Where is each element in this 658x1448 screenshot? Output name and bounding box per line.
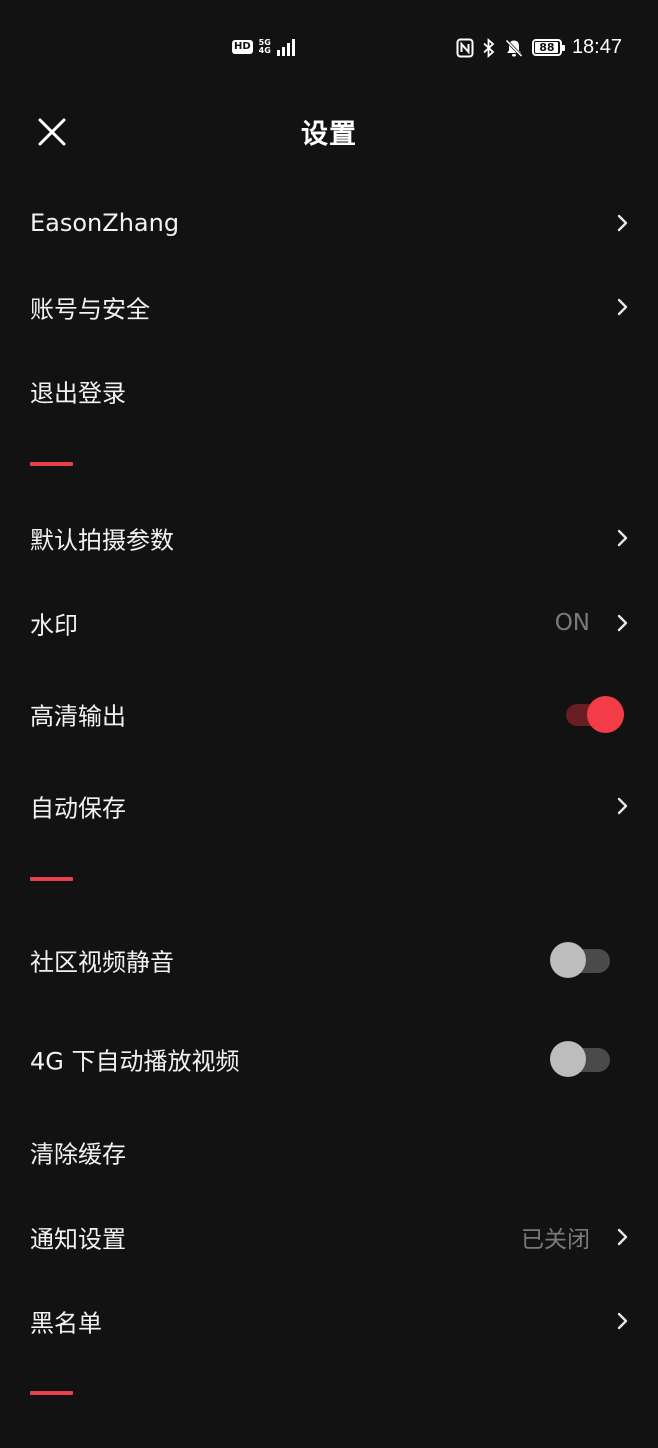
- page-title: 设置: [301, 119, 357, 150]
- settings-item-label: 账号与安全: [30, 295, 150, 324]
- settings-item-label: 默认拍摄参数: [30, 526, 174, 555]
- section-divider: [30, 877, 73, 881]
- chevron-right-icon: [617, 614, 628, 632]
- settings-item-label: 黑名单: [30, 1309, 102, 1338]
- toggle-knob: [550, 942, 586, 978]
- clock-time: 18:47: [571, 36, 622, 58]
- network-indicators: HD 5G 4G: [232, 38, 297, 56]
- network-type-bottom: 4G: [258, 46, 271, 55]
- hd-badge: HD: [232, 40, 253, 54]
- toggle-knob: [550, 1041, 586, 1077]
- bluetooth-icon: [483, 37, 495, 58]
- settings-item-label: 高清输出: [30, 702, 126, 731]
- chevron-right-icon: [617, 529, 628, 547]
- nfc-icon: [456, 38, 474, 57]
- section-divider: [30, 462, 73, 466]
- signal-icon: [276, 39, 295, 56]
- settings-item-profile[interactable]: EasonZhang: [0, 193, 658, 253]
- toggle-knob: [587, 696, 624, 733]
- settings-item-label: 水印: [30, 611, 78, 640]
- settings-item-label: EasonZhang: [30, 209, 180, 237]
- page-header: 设置: [0, 96, 658, 168]
- settings-item-notifications[interactable]: 通知设置 已关闭: [0, 1207, 658, 1267]
- settings-item-label: 通知设置: [30, 1225, 126, 1254]
- system-indicators: 88 18:47: [456, 36, 622, 59]
- chevron-right-icon: [617, 214, 628, 232]
- settings-item-blacklist[interactable]: 黑名单: [0, 1291, 658, 1351]
- network-type: 5G 4G: [259, 39, 271, 55]
- battery-icon: 88: [531, 39, 565, 56]
- settings-item-label: 社区视频静音: [30, 948, 174, 977]
- settings-item-auto-save[interactable]: 自动保存: [0, 776, 658, 836]
- settings-item-hd-output: 高清输出: [0, 684, 658, 744]
- chevron-right-icon: [617, 298, 628, 316]
- chevron-right-icon: [617, 1228, 628, 1246]
- chevron-right-icon: [617, 797, 628, 815]
- settings-item-label: 自动保存: [30, 794, 126, 823]
- settings-item-watermark[interactable]: 水印 ON: [0, 593, 658, 653]
- settings-item-label: 清除缓存: [30, 1140, 126, 1169]
- section-divider: [30, 1391, 73, 1395]
- settings-item-community-mute: 社区视频静音: [0, 930, 658, 990]
- settings-item-logout[interactable]: 退出登录: [0, 361, 658, 421]
- community-mute-toggle[interactable]: [550, 940, 610, 980]
- settings-item-label: 退出登录: [30, 379, 126, 408]
- battery-level-text: 88: [539, 41, 555, 54]
- settings-item-default-capture-params[interactable]: 默认拍摄参数: [0, 508, 658, 568]
- settings-item-clear-cache[interactable]: 清除缓存: [0, 1122, 658, 1182]
- hd-output-toggle[interactable]: [564, 694, 624, 734]
- settings-item-value: ON: [554, 610, 590, 636]
- settings-item-value: 已关闭: [521, 1227, 590, 1253]
- settings-item-account-security[interactable]: 账号与安全: [0, 277, 658, 337]
- bell-muted-icon: [505, 38, 523, 57]
- chevron-right-icon: [617, 1312, 628, 1330]
- settings-item-label: 4G 下自动播放视频: [30, 1047, 240, 1076]
- settings-item-4g-autoplay: 4G 下自动播放视频: [0, 1029, 658, 1089]
- 4g-autoplay-toggle[interactable]: [550, 1039, 610, 1079]
- status-bar: HD 5G 4G 88 18:47: [0, 0, 658, 96]
